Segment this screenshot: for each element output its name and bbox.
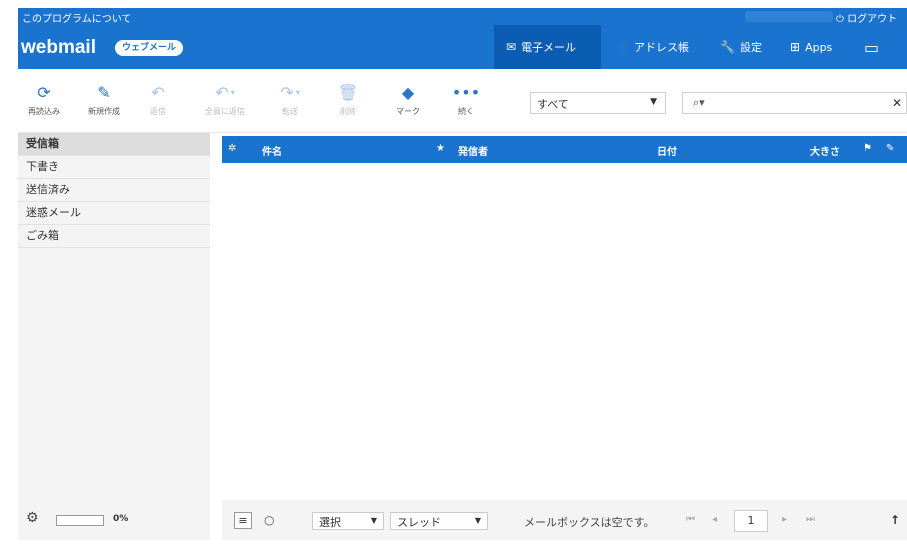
compose-label: 新規作成 bbox=[88, 107, 120, 116]
toolbar: ⟳ 再読込み ✎ 新規作成 ↶ 返信 ↶ ▾ 全員に返信 ↷ ▾ 転送 🗑 削除 ◆… bbox=[18, 69, 907, 133]
flag-icon[interactable]: ⚑ bbox=[863, 143, 872, 154]
plus-square-icon: ⊞ bbox=[790, 40, 801, 54]
first-page-icon[interactable]: ⏮ bbox=[686, 514, 695, 525]
nav-addressbook[interactable]: 👤 アドレス帳 bbox=[614, 25, 689, 69]
message-list: ✲ 件名 ★ 発信者 日付 大きさ ⚑ ✎ bbox=[222, 133, 907, 540]
wrench-icon: 🔧 bbox=[720, 40, 735, 54]
folder-junk[interactable]: 迷惑メール bbox=[18, 202, 210, 225]
empty-mailbox-message: メールボックスは空です。 bbox=[524, 516, 655, 529]
last-page-icon[interactable]: ⏭ bbox=[806, 514, 815, 525]
column-subject[interactable]: 件名 bbox=[262, 143, 282, 158]
reply-button[interactable]: ↶ 返信 bbox=[138, 83, 178, 117]
folder-drafts[interactable]: 下書き bbox=[18, 156, 210, 179]
refresh-icon: ⟳ bbox=[37, 83, 51, 102]
search-icon[interactable]: ⌕▾ bbox=[693, 96, 705, 110]
folder-list: 受信箱 下書き 送信済み 迷惑メール ごみ箱 bbox=[18, 133, 210, 540]
nav-desktop[interactable]: ▭ bbox=[864, 25, 884, 69]
pencil-icon: ✎ bbox=[97, 83, 111, 102]
envelope-icon: ✉ bbox=[506, 40, 517, 54]
arrow-up-icon[interactable]: ↑ bbox=[890, 513, 900, 527]
threads-icon[interactable]: ○ bbox=[264, 513, 274, 527]
nav-mail-label: 電子メール bbox=[521, 41, 577, 54]
more-label: 続く bbox=[458, 107, 474, 116]
page-number[interactable]: 1 bbox=[734, 510, 768, 532]
thread-dropdown[interactable]: スレッド ▼ bbox=[390, 512, 488, 530]
compose-button[interactable]: ✎ 新規作成 bbox=[84, 83, 124, 117]
folder-sent[interactable]: 送信済み bbox=[18, 179, 210, 202]
filter-select[interactable]: すべて ▼ bbox=[530, 92, 666, 114]
nav-settings[interactable]: 🔧 設定 bbox=[720, 25, 762, 69]
logo-badge: ウェブメール bbox=[115, 40, 184, 56]
select-dropdown[interactable]: 選択 ▼ bbox=[312, 512, 384, 530]
menu-icon: ≡ bbox=[238, 514, 248, 527]
column-from[interactable]: 発信者 bbox=[458, 143, 488, 158]
reply-all-icon: ↶ ▾ bbox=[215, 83, 235, 102]
person-icon: 👤 bbox=[614, 40, 629, 54]
search-input[interactable]: ⌕▾ ✕ bbox=[682, 92, 907, 114]
nav-mail[interactable]: ✉ 電子メール bbox=[494, 25, 601, 69]
close-icon[interactable]: ✕ bbox=[892, 96, 902, 110]
about-link[interactable]: このプログラムについて bbox=[22, 10, 131, 25]
folder-trash[interactable]: ごみ箱 bbox=[18, 225, 210, 248]
nav-settings-label: 設定 bbox=[739, 41, 762, 54]
refresh-button[interactable]: ⟳ 再読込み bbox=[24, 83, 64, 117]
nav-apps[interactable]: ⊞ Apps bbox=[790, 25, 832, 69]
delete-label: 削除 bbox=[340, 107, 356, 116]
list-footer: ≡ ○ 選択 ▼ スレッド ▼ メールボックスは空です。 ⏮ ◂ 1 ▸ ⏭ ↑ bbox=[222, 500, 907, 540]
filter-value: すべて bbox=[537, 98, 569, 111]
mark-label: マーク bbox=[396, 107, 420, 116]
column-size[interactable]: 大きさ bbox=[810, 143, 840, 158]
attachment-icon[interactable]: ✎ bbox=[886, 143, 894, 154]
folder-inbox[interactable]: 受信箱 bbox=[18, 133, 210, 156]
column-date[interactable]: 日付 bbox=[657, 143, 677, 158]
delete-button[interactable]: 🗑 削除 bbox=[328, 83, 368, 117]
chevron-down-icon: ▼ bbox=[650, 97, 657, 107]
reply-icon: ↶ bbox=[151, 83, 165, 102]
nav-apps-label: Apps bbox=[805, 40, 833, 54]
monitor-icon: ▭ bbox=[864, 37, 880, 57]
thread-label: スレッド bbox=[397, 516, 441, 529]
reply-label: 返信 bbox=[150, 107, 166, 116]
trash-icon: 🗑 bbox=[337, 83, 359, 102]
reply-all-label: 全員に返信 bbox=[205, 107, 245, 116]
forward-label: 転送 bbox=[282, 107, 298, 116]
tag-icon: ◆ bbox=[401, 83, 415, 102]
list-menu-button[interactable]: ≡ bbox=[234, 512, 252, 529]
folder-footer: ⚙ 0% bbox=[18, 500, 210, 540]
list-header: ✲ 件名 ★ 発信者 日付 大きさ ⚑ ✎ bbox=[222, 136, 907, 163]
power-icon: ⏻ bbox=[836, 14, 844, 25]
user-email-redacted bbox=[745, 11, 833, 22]
logout-label: ログアウト bbox=[847, 14, 898, 25]
list-options-icon[interactable]: ✲ bbox=[228, 143, 236, 154]
next-page-icon[interactable]: ▸ bbox=[782, 514, 787, 525]
logout-link[interactable]: ⏻ ログアウト bbox=[836, 10, 897, 25]
app-header: webmail ウェブメール ✉ 電子メール 👤 アドレス帳 🔧 設定 ⊞ Ap… bbox=[18, 25, 907, 69]
more-button[interactable]: ••• 続く bbox=[446, 83, 486, 117]
select-label: 選択 bbox=[319, 516, 341, 529]
ellipsis-icon: ••• bbox=[451, 83, 481, 102]
app-logo[interactable]: webmail bbox=[21, 37, 96, 59]
mark-button[interactable]: ◆ マーク bbox=[388, 83, 428, 117]
nav-addressbook-label: アドレス帳 bbox=[633, 41, 689, 54]
top-strip: このプログラムについて ⏻ ログアウト bbox=[18, 8, 907, 25]
flag-star-icon[interactable]: ★ bbox=[436, 143, 445, 154]
quota-bar bbox=[56, 515, 104, 526]
chevron-down-icon: ▼ bbox=[370, 516, 377, 525]
gear-icon[interactable]: ⚙ bbox=[26, 510, 39, 526]
quota-percent: 0% bbox=[113, 514, 129, 524]
forward-icon: ↷ ▾ bbox=[280, 83, 300, 102]
chevron-down-icon: ▼ bbox=[474, 516, 481, 525]
refresh-label: 再読込み bbox=[28, 107, 60, 116]
forward-button[interactable]: ↷ ▾ 転送 bbox=[270, 83, 310, 117]
reply-all-button[interactable]: ↶ ▾ 全員に返信 bbox=[202, 83, 248, 117]
prev-page-icon[interactable]: ◂ bbox=[712, 514, 717, 525]
